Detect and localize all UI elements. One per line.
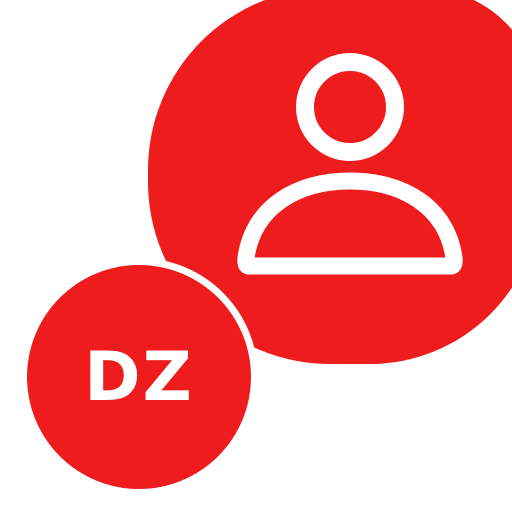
country-code-text: DZ — [84, 338, 194, 417]
app-icon-canvas: DZ — [0, 0, 512, 512]
country-code-badge: DZ — [27, 265, 251, 489]
